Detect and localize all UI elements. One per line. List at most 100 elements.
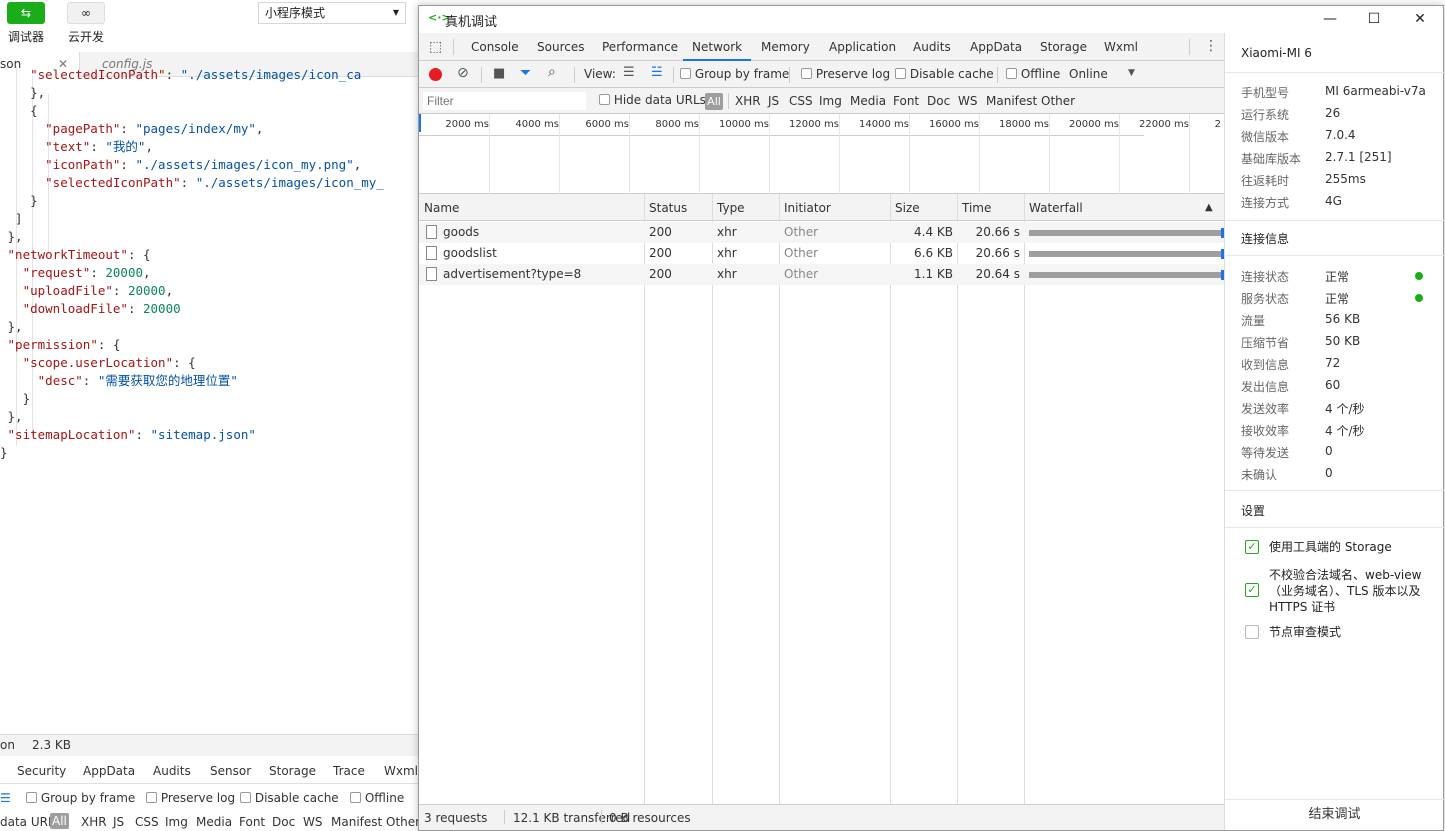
divider bbox=[673, 67, 674, 83]
ide-filter-all[interactable]: All bbox=[50, 813, 69, 829]
ide-tab[interactable]: Audits bbox=[153, 764, 191, 778]
column-header-initiator[interactable]: Initiator bbox=[784, 201, 831, 215]
ide-filter-type[interactable]: WS bbox=[303, 815, 322, 829]
filter-font[interactable]: Font bbox=[893, 94, 919, 108]
ide-tab[interactable]: Storage bbox=[269, 764, 316, 778]
ide-disable-cache[interactable]: Disable cache bbox=[240, 791, 339, 805]
inspect-element-icon[interactable]: ⬚ bbox=[429, 39, 442, 55]
throttle-select[interactable]: Online bbox=[1069, 67, 1108, 81]
tab-storage[interactable]: Storage bbox=[1040, 40, 1087, 54]
record-icon[interactable] bbox=[429, 68, 442, 81]
column-divider bbox=[712, 194, 713, 804]
search-icon[interactable]: ⌕ bbox=[548, 64, 556, 80]
column-header-time[interactable]: Time bbox=[962, 201, 991, 215]
filter-all-button[interactable]: All bbox=[705, 93, 723, 110]
debugger-tool[interactable]: ⇆ 调试器 bbox=[6, 2, 46, 45]
waterfall-view-icon[interactable]: ☰ bbox=[0, 791, 11, 805]
ide-filter-type[interactable]: XHR bbox=[81, 815, 107, 829]
close-button[interactable]: ✕ bbox=[1405, 8, 1435, 30]
checkbox[interactable] bbox=[599, 94, 610, 105]
tab-console[interactable]: Console bbox=[471, 40, 519, 54]
checkbox[interactable] bbox=[680, 68, 691, 79]
hide-data-urls-checkbox[interactable]: Hide data URLs bbox=[599, 93, 706, 107]
tab-memory[interactable]: Memory bbox=[761, 40, 810, 54]
screenshot-capture-icon[interactable]: ■ bbox=[493, 66, 505, 81]
tab-wxml[interactable]: Wxml bbox=[1104, 40, 1138, 54]
tab-performance[interactable]: Performance bbox=[602, 40, 678, 54]
column-header-name[interactable]: Name bbox=[424, 201, 459, 215]
title-bar[interactable]: <·> 真机调试 — ☐ ✕ bbox=[419, 6, 1443, 33]
divider bbox=[789, 67, 790, 83]
filter-manifest[interactable]: Manifest bbox=[986, 94, 1037, 108]
ide-tab[interactable]: Security bbox=[17, 764, 66, 778]
cloud-dev-tool[interactable]: ∞ 云开发 bbox=[66, 2, 106, 45]
group-by-frame-checkbox[interactable]: Group by frame bbox=[680, 67, 789, 81]
node-inspect-checkbox[interactable]: ✓ bbox=[1245, 625, 1259, 639]
checkbox[interactable] bbox=[895, 68, 906, 79]
tab-application[interactable]: Application bbox=[829, 40, 896, 54]
timeline-overview[interactable]: 2000 ms 4000 ms 6000 ms 8000 ms 10000 ms… bbox=[419, 114, 1224, 194]
tab-audits[interactable]: Audits bbox=[913, 40, 951, 54]
table-row[interactable]: goodslist 200 xhr Other 6.6 KB 20.66 s bbox=[419, 243, 1224, 264]
code-editor[interactable]: "selectedIconPath": "./assets/images/ico… bbox=[0, 66, 420, 734]
column-header-waterfall[interactable]: Waterfall bbox=[1029, 201, 1083, 215]
ide-filter-type[interactable]: Doc bbox=[272, 815, 295, 829]
preserve-log-checkbox[interactable]: Preserve log bbox=[801, 67, 890, 81]
filter-img[interactable]: Img bbox=[819, 94, 842, 108]
ide-tab[interactable]: Wxml bbox=[384, 764, 418, 778]
column-header-type[interactable]: Type bbox=[717, 201, 745, 215]
tab-sources[interactable]: Sources bbox=[537, 40, 584, 54]
end-debug-button[interactable]: 结束调试 bbox=[1225, 799, 1444, 830]
waterfall-icon[interactable]: ☱ bbox=[651, 65, 663, 80]
table-row[interactable]: advertisement?type=8 200 xhr Other 1.1 K… bbox=[419, 264, 1224, 285]
checkbox[interactable] bbox=[801, 68, 812, 79]
table-row[interactable]: goods 200 xhr Other 4.4 KB 20.66 s bbox=[419, 222, 1224, 243]
use-tool-storage-checkbox[interactable]: ✓ bbox=[1245, 540, 1259, 554]
ide-group-by-frame[interactable]: Group by frame bbox=[26, 791, 135, 805]
checkbox[interactable] bbox=[1006, 68, 1017, 79]
filter-xhr[interactable]: XHR bbox=[735, 94, 761, 108]
ide-filter-type[interactable]: Font bbox=[239, 815, 265, 829]
filter-icon[interactable]: ⏷ bbox=[520, 65, 531, 81]
column-header-size[interactable]: Size bbox=[895, 201, 920, 215]
divider bbox=[504, 810, 505, 824]
conn-value: 0 bbox=[1325, 444, 1333, 458]
ide-filter-type[interactable]: Other bbox=[386, 815, 420, 829]
sort-ascending-icon[interactable]: ▲ bbox=[1205, 202, 1213, 213]
maximize-button[interactable]: ☐ bbox=[1359, 8, 1389, 30]
mode-select-value: 小程序模式 bbox=[265, 6, 326, 20]
more-options-icon[interactable]: ⋮ bbox=[1204, 38, 1218, 54]
code-line: } bbox=[0, 445, 8, 460]
mode-select[interactable]: 小程序模式 ▼ bbox=[258, 2, 406, 24]
ide-filter-type[interactable]: Media bbox=[196, 815, 232, 829]
filter-input[interactable] bbox=[423, 92, 586, 110]
skip-domain-check-checkbox[interactable]: ✓ bbox=[1245, 583, 1259, 597]
column-header-status[interactable]: Status bbox=[649, 201, 687, 215]
clear-icon[interactable]: ⊘ bbox=[457, 65, 469, 81]
ide-tab[interactable]: AppData bbox=[83, 764, 135, 778]
ide-tab[interactable]: Trace bbox=[333, 764, 365, 778]
filter-js[interactable]: JS bbox=[768, 94, 779, 108]
ide-preserve-log[interactable]: Preserve log bbox=[146, 791, 235, 805]
disable-cache-checkbox[interactable]: Disable cache bbox=[895, 67, 994, 81]
large-rows-icon[interactable]: ☰ bbox=[623, 65, 635, 80]
ide-filter-type[interactable]: Manifest bbox=[331, 815, 382, 829]
tab-appdata[interactable]: AppData bbox=[970, 40, 1022, 54]
ide-offline[interactable]: Offline bbox=[350, 791, 404, 805]
ide-filter-type[interactable]: JS bbox=[113, 815, 124, 829]
devtools-tabs: ⬚ Console Sources Performance Network Me… bbox=[419, 33, 1224, 61]
filter-ws[interactable]: WS bbox=[958, 94, 977, 108]
ide-tab[interactable]: Sensor bbox=[210, 764, 251, 778]
offline-checkbox[interactable]: Offline bbox=[1006, 67, 1060, 81]
minimize-button[interactable]: — bbox=[1315, 8, 1345, 30]
ide-filter-type[interactable]: Img bbox=[165, 815, 188, 829]
request-initiator: Other bbox=[784, 246, 819, 260]
ide-filter-type[interactable]: CSS bbox=[135, 815, 159, 829]
tab-network[interactable]: Network bbox=[692, 40, 742, 54]
filter-doc[interactable]: Doc bbox=[927, 94, 950, 108]
filter-other[interactable]: Other bbox=[1041, 94, 1075, 108]
chevron-down-icon[interactable]: ▼ bbox=[1128, 68, 1135, 78]
filter-css[interactable]: CSS bbox=[789, 94, 813, 108]
filter-media[interactable]: Media bbox=[850, 94, 886, 108]
device-panel: Xiaomi-MI 6 手机型号 MI 6armeabi-v7a 运行系统 26 微信版… bbox=[1224, 33, 1444, 830]
